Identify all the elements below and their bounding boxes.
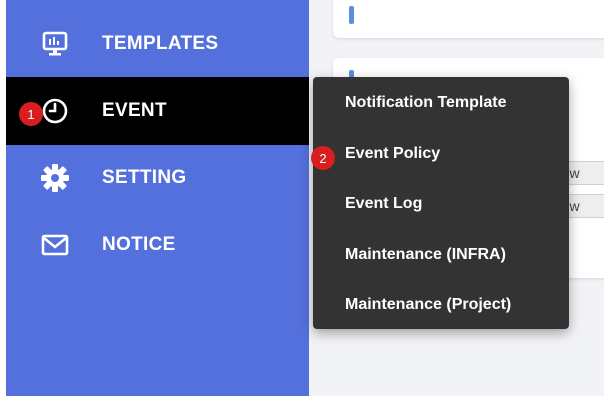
event-submenu: Notification Template Event Policy Event… bbox=[313, 77, 569, 329]
sidebar-item-notice[interactable]: NOTICE bbox=[6, 211, 309, 279]
gear-icon bbox=[40, 163, 70, 193]
sidebar-item-event[interactable]: EVENT bbox=[6, 77, 309, 145]
sidebar-item-templates[interactable]: TEMPLATES bbox=[6, 10, 309, 78]
envelope-icon bbox=[40, 230, 70, 260]
clock-icon bbox=[40, 96, 70, 126]
sidebar-item-label: NOTICE bbox=[102, 234, 176, 255]
sidebar-item-label: SETTING bbox=[102, 167, 187, 188]
menu-item-event-policy[interactable]: Event Policy bbox=[345, 145, 440, 163]
sidebar-item-setting[interactable]: SETTING bbox=[6, 144, 309, 212]
sidebar: TEMPLATES EVENT SETTING NOTICE bbox=[6, 0, 309, 396]
menu-item-maintenance-infra[interactable]: Maintenance (INFRA) bbox=[345, 246, 506, 264]
content-card-top bbox=[333, 0, 604, 38]
card-accent bbox=[349, 6, 354, 24]
step-badge-2: 2 bbox=[311, 146, 335, 170]
monitor-chart-icon bbox=[40, 29, 70, 59]
menu-item-maintenance-project[interactable]: Maintenance (Project) bbox=[345, 296, 511, 314]
sidebar-item-label: TEMPLATES bbox=[102, 33, 219, 54]
menu-item-notification-template[interactable]: Notification Template bbox=[345, 94, 507, 112]
step-badge-1: 1 bbox=[19, 102, 43, 126]
sidebar-item-label: EVENT bbox=[102, 100, 167, 121]
menu-item-event-log[interactable]: Event Log bbox=[345, 195, 422, 213]
